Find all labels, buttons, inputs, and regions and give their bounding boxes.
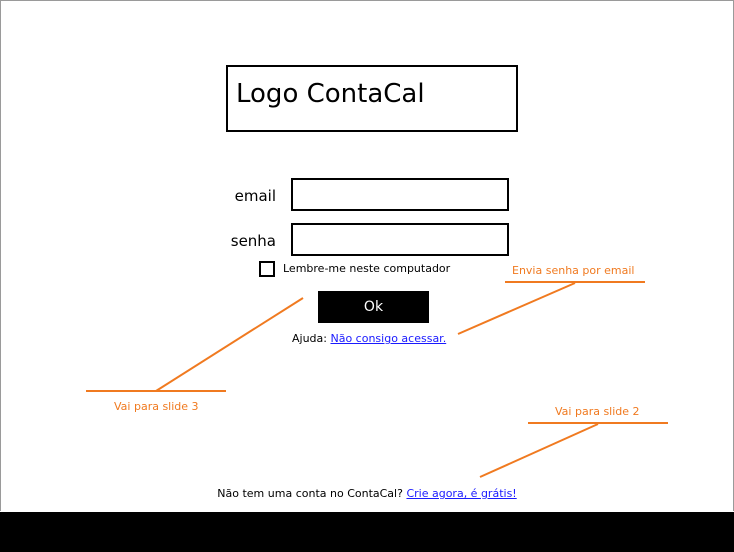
- password-field[interactable]: [291, 223, 509, 256]
- slide2-note: Vai para slide 2: [555, 405, 640, 418]
- signup-prefix: Não tem uma conta no ContaCal?: [217, 487, 403, 500]
- logo-placeholder: Logo ContaCal: [226, 65, 518, 132]
- logo-text: Logo ContaCal: [236, 79, 425, 109]
- cant-access-link[interactable]: Não consigo acessar.: [330, 332, 446, 345]
- email-field[interactable]: [291, 178, 509, 211]
- remember-label: Lembre-me neste computador: [283, 262, 451, 275]
- help-line: Ajuda: Não consigo acessar.: [292, 332, 446, 345]
- email-note: Envia senha por email: [512, 264, 635, 277]
- signup-line: Não tem uma conta no ContaCal? Crie agor…: [0, 487, 734, 500]
- create-account-link[interactable]: Crie agora, é grátis!: [406, 487, 516, 500]
- email-label: email: [234, 187, 276, 205]
- bottom-bar: [0, 512, 734, 552]
- ok-button-label: Ok: [363, 299, 384, 315]
- ok-button[interactable]: Ok: [318, 291, 429, 323]
- remember-checkbox[interactable]: [259, 261, 275, 277]
- help-prefix: Ajuda:: [292, 332, 327, 345]
- password-label: senha: [230, 232, 276, 250]
- slide3-note: Vai para slide 3: [114, 400, 199, 413]
